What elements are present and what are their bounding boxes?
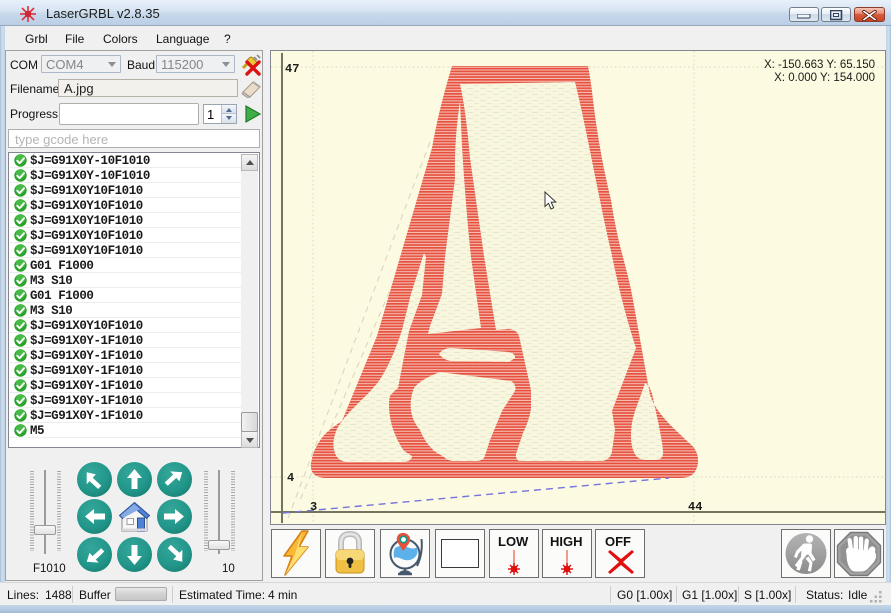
svg-text:X: 0.000 Y: 154.000: X: 0.000 Y: 154.000 (774, 72, 875, 84)
svg-text:4: 4 (287, 471, 294, 485)
svg-text:X: -150.663 Y: 65.150: X: -150.663 Y: 65.150 (764, 59, 875, 71)
svg-text:3: 3 (310, 500, 317, 514)
svg-text:47: 47 (285, 62, 299, 76)
svg-text:44: 44 (688, 500, 702, 514)
